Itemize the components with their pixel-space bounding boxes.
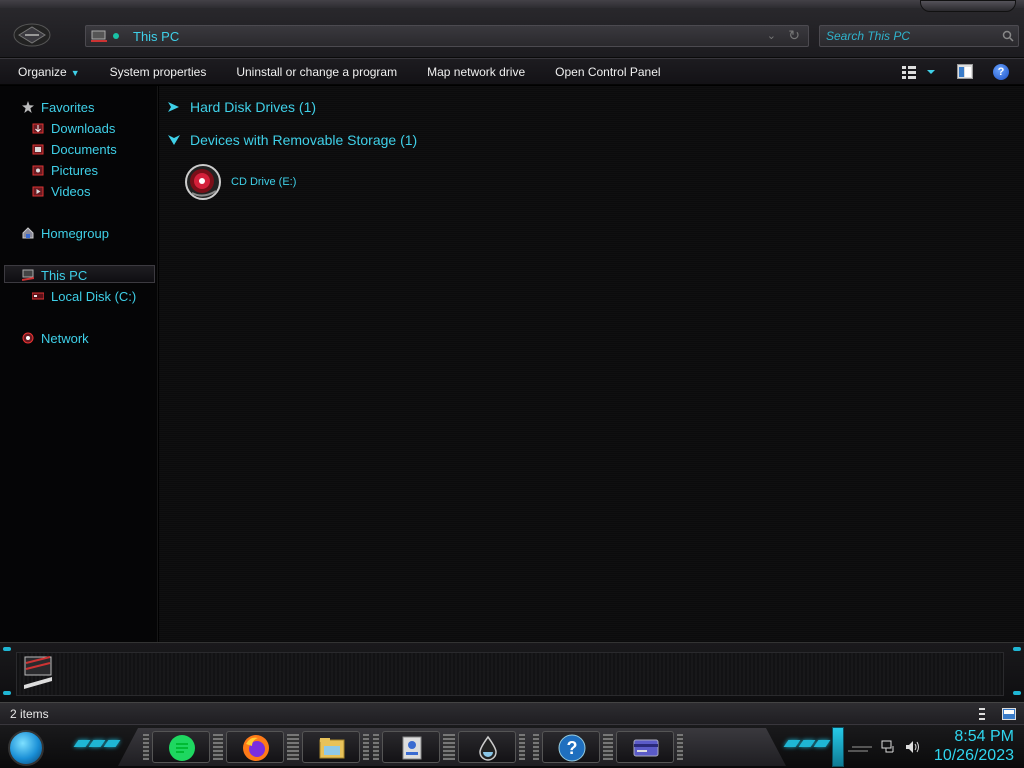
corner-light-deco (1013, 691, 1021, 695)
group-header-removable-storage[interactable]: Devices with Removable Storage (1) (167, 130, 417, 150)
taskbar-app-firefox[interactable] (217, 731, 293, 763)
taskbar-app-card[interactable] (607, 731, 683, 763)
cd-drive-label: CD Drive (E:) (231, 176, 297, 188)
chevron-down-icon[interactable]: ⌄ (767, 29, 776, 42)
taskbar-deco-left (73, 740, 121, 750)
group-header-hard-disk-drives[interactable]: Hard Disk Drives (1) (167, 97, 316, 117)
nav-item-documents[interactable]: Documents (32, 140, 117, 158)
help-icon[interactable]: ? (993, 64, 1009, 80)
taskbar-app-drop[interactable] (449, 731, 525, 763)
organize-label: Organize (18, 64, 67, 79)
computer-icon (22, 269, 34, 281)
nav-item-network[interactable]: Network (22, 329, 89, 347)
nav-item-pictures[interactable]: Pictures (32, 161, 98, 179)
cd-drive-icon (185, 164, 221, 200)
large-icons-view-icon[interactable] (1002, 708, 1016, 720)
map-network-drive-button[interactable]: Map network drive (412, 65, 540, 79)
corner-light-deco (1013, 647, 1021, 651)
firefox-icon (243, 735, 269, 761)
tray-chevron-deco (848, 746, 872, 752)
corner-light-deco (3, 691, 11, 695)
navigation-pane: Favorites Downloads Documents Pictures V… (0, 86, 158, 642)
taskbar: ? 8:54 PM 10/26/2023 (0, 724, 1024, 768)
network-icon (22, 332, 34, 344)
details-panel-inner (16, 652, 1004, 696)
command-bar: Organize ▼ System properties Uninstall or… (0, 58, 1024, 85)
water-drop-icon (479, 735, 497, 761)
nav-item-label: Local Disk (C:) (51, 288, 137, 304)
clock-date[interactable]: 10/26/2023 (920, 747, 1014, 765)
this-pc-icon (91, 30, 107, 42)
item-count: 2 items (10, 707, 49, 721)
help-app-icon: ? (558, 734, 586, 762)
user-app-icon (402, 736, 422, 760)
card-app-icon (633, 739, 659, 757)
start-orb-icon[interactable] (8, 730, 44, 766)
address-separator-dot (113, 33, 119, 39)
computer-icon (24, 656, 52, 689)
file-list-area: Hard Disk Drives (1) Devices with Remova… (159, 86, 1024, 642)
nav-item-label: Homegroup (41, 225, 109, 241)
taskbar-dock: ? (118, 728, 786, 766)
nav-item-local-disk[interactable]: Local Disk (C:) (32, 287, 136, 305)
uninstall-program-button[interactable]: Uninstall or change a program (221, 65, 412, 79)
view-options-icon[interactable] (902, 65, 938, 79)
taskbar-deco-right (783, 740, 831, 750)
nav-item-label: Videos (51, 183, 91, 199)
address-bar[interactable]: This PC ⌄ ↻ (85, 25, 809, 47)
corner-light-deco (3, 647, 11, 651)
videos-folder-icon (32, 186, 44, 197)
nav-item-label: This PC (41, 267, 88, 283)
nav-back-icon[interactable] (13, 22, 51, 48)
volume-icon[interactable] (905, 739, 921, 755)
search-icon[interactable] (1002, 30, 1014, 42)
preview-pane-icon[interactable] (957, 64, 973, 79)
nav-item-label: Pictures (51, 162, 98, 178)
documents-folder-icon (32, 144, 44, 155)
group-header-label: Devices with Removable Storage (1) (190, 132, 418, 148)
homegroup-icon (22, 227, 34, 239)
notes-app-icon (169, 735, 195, 761)
cd-drive-item[interactable]: CD Drive (E:) (184, 162, 334, 202)
chevron-down-icon (168, 135, 180, 145)
search-input[interactable] (826, 29, 996, 43)
window-controls-deco (920, 0, 1016, 12)
chevron-right-icon (168, 102, 179, 112)
nav-item-label: Documents (51, 141, 117, 157)
svg-text:?: ? (567, 738, 578, 758)
details-view-icon[interactable] (978, 707, 986, 721)
file-explorer-icon (319, 738, 345, 759)
address-path[interactable]: This PC (133, 29, 179, 44)
search-box[interactable] (819, 25, 1019, 47)
star-icon (22, 101, 34, 113)
clock-time[interactable]: 8:54 PM (930, 728, 1014, 746)
window-titlebar: This PC ⌄ ↻ (0, 0, 1024, 58)
taskbar-app-help[interactable]: ? (533, 731, 609, 763)
system-properties-button[interactable]: System properties (95, 65, 222, 79)
details-pane (0, 642, 1024, 702)
refresh-icon[interactable]: ↻ (788, 27, 800, 44)
group-header-label: Hard Disk Drives (1) (190, 99, 317, 115)
nav-item-homegroup[interactable]: Homegroup (22, 224, 109, 242)
open-control-panel-button[interactable]: Open Control Panel (540, 65, 675, 79)
organize-button[interactable]: Organize ▼ (0, 65, 95, 79)
disk-icon (32, 292, 44, 300)
taskbar-app-file-explorer[interactable] (293, 731, 369, 763)
nav-item-this-pc[interactable]: This PC (22, 266, 87, 284)
network-tray-icon[interactable] (881, 740, 897, 754)
taskbar-app-user[interactable] (373, 731, 449, 763)
nav-item-favorites[interactable]: Favorites (22, 98, 94, 116)
taskbar-app-notes[interactable] (143, 731, 219, 763)
status-bar: 2 items (0, 702, 1024, 724)
nav-item-label: Favorites (41, 99, 95, 115)
nav-item-downloads[interactable]: Downloads (32, 119, 115, 137)
tray-level-indicator (832, 727, 844, 767)
nav-item-label: Network (41, 330, 89, 346)
chevron-down-icon: ▼ (70, 67, 80, 78)
nav-item-videos[interactable]: Videos (32, 182, 91, 200)
downloads-folder-icon (32, 123, 44, 134)
nav-item-label: Downloads (51, 120, 116, 136)
pictures-folder-icon (32, 165, 44, 176)
